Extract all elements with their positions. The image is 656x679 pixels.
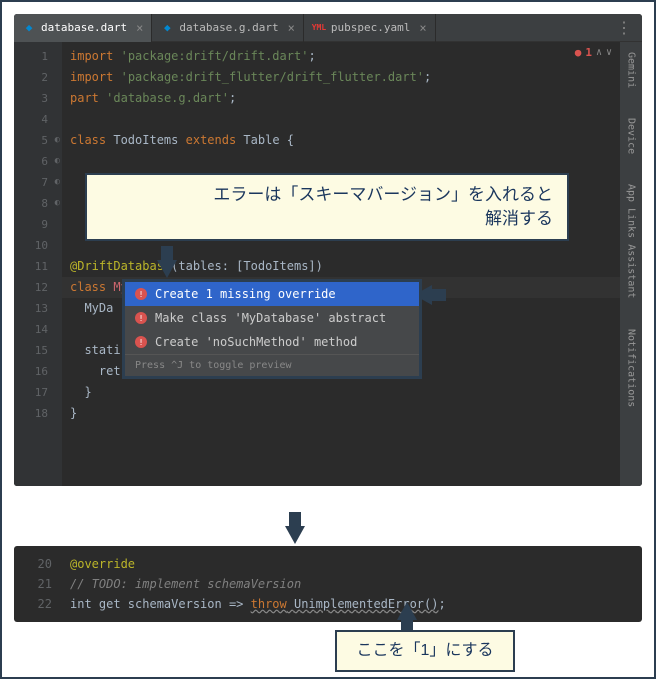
line-number: 2 bbox=[14, 67, 62, 88]
tab-overflow-menu[interactable]: ⋮ bbox=[606, 18, 642, 37]
error-icon: ● bbox=[575, 46, 582, 59]
code-line: part 'database.g.dart'; bbox=[62, 88, 642, 109]
line-number: 6◐ bbox=[14, 151, 62, 172]
callout-text: エラーは「スキーマバージョン」を入れると bbox=[101, 183, 553, 207]
tab-pubspec-yaml[interactable]: YML pubspec.yaml × bbox=[304, 14, 436, 42]
quickfix-label: Make class 'MyDatabase' abstract bbox=[155, 311, 386, 325]
close-icon[interactable]: × bbox=[136, 21, 143, 35]
arrow-up-icon bbox=[397, 602, 417, 620]
arrow-down-icon bbox=[285, 526, 305, 544]
line-number: 17 bbox=[14, 382, 62, 403]
close-icon[interactable]: × bbox=[419, 21, 426, 35]
line-number: 20 bbox=[14, 554, 62, 574]
code-line bbox=[62, 109, 642, 130]
quickfix-make-abstract[interactable]: ! Make class 'MyDatabase' abstract bbox=[125, 306, 419, 330]
line-number: 4 bbox=[14, 109, 62, 130]
code-line: @DriftDatabase(tables: [TodoItems]) bbox=[62, 256, 642, 277]
code-line: } bbox=[62, 382, 642, 403]
line-gutter: 1 2 3 4 5◐ 6◐ 7◐ 8◐ 9 10 11 12 13 14 15 … bbox=[14, 42, 62, 486]
code-line: 20 @override bbox=[14, 554, 642, 574]
line-number: 21 bbox=[14, 574, 62, 594]
close-icon[interactable]: × bbox=[288, 21, 295, 35]
code-line bbox=[62, 151, 642, 172]
callout-text: 解消する bbox=[101, 207, 553, 231]
line-number: 7◐ bbox=[14, 172, 62, 193]
line-number: 3 bbox=[14, 88, 62, 109]
code-line: class TodoItems extends Table { bbox=[62, 130, 642, 151]
line-number: 10 bbox=[14, 235, 62, 256]
error-nav-up-icon[interactable]: ∧ bbox=[596, 47, 602, 58]
annotation-callout-2: ここを「1」にする bbox=[335, 630, 515, 672]
lightbulb-icon: ! bbox=[135, 312, 147, 324]
sidebar-notifications[interactable]: Notifications bbox=[626, 329, 637, 407]
line-number: 18 bbox=[14, 403, 62, 424]
error-nav-down-icon[interactable]: ∨ bbox=[606, 47, 612, 58]
annotation-callout-1: エラーは「スキーマバージョン」を入れると 解消する bbox=[85, 173, 569, 241]
sidebar-app-links[interactable]: App Links Assistant bbox=[626, 184, 637, 298]
dart-file-icon: ◆ bbox=[22, 21, 36, 35]
line-number: 13 bbox=[14, 298, 62, 319]
result-code-panel: 20 @override 21 // TODO: implement schem… bbox=[14, 546, 642, 622]
code-content[interactable]: import 'package:drift/drift.dart'; impor… bbox=[62, 42, 642, 486]
line-number: 22 bbox=[14, 594, 62, 614]
code-line: 22 int get schemaVersion => throw Unimpl… bbox=[14, 594, 642, 614]
line-number: 15 bbox=[14, 340, 62, 361]
line-number: 11 bbox=[14, 256, 62, 277]
error-indicator[interactable]: ● 1 ∧ ∨ bbox=[575, 46, 612, 59]
quickfix-label: Create 'noSuchMethod' method bbox=[155, 335, 357, 349]
line-number: 8◐ bbox=[14, 193, 62, 214]
lightbulb-icon: ! bbox=[135, 336, 147, 348]
line-number: 1 bbox=[14, 46, 62, 67]
code-line: 21 // TODO: implement schemaVersion bbox=[14, 574, 642, 594]
code-line: import 'package:drift/drift.dart'; bbox=[62, 46, 642, 67]
tab-label: database.g.dart bbox=[179, 21, 278, 34]
callout-text: ここを「1」にする bbox=[356, 642, 493, 659]
arrow-down-icon bbox=[157, 260, 177, 278]
quickfix-footer: Press ^J to toggle preview bbox=[125, 354, 419, 376]
error-count: 1 bbox=[585, 46, 592, 59]
quickfix-popup: ! Create 1 missing override ! Make class… bbox=[122, 279, 422, 379]
tab-bar: ◆ database.dart × ◆ database.g.dart × YM… bbox=[14, 14, 642, 42]
quickfix-label: Create 1 missing override bbox=[155, 287, 336, 301]
tab-label: database.dart bbox=[41, 21, 127, 34]
sidebar-device[interactable]: Device bbox=[626, 118, 637, 154]
line-number: 14 bbox=[14, 319, 62, 340]
code-line: } bbox=[62, 403, 642, 424]
lightbulb-icon: ! bbox=[135, 288, 147, 300]
code-line: import 'package:drift_flutter/drift_flut… bbox=[62, 67, 642, 88]
line-number: 5◐ bbox=[14, 130, 62, 151]
quickfix-create-override[interactable]: ! Create 1 missing override bbox=[125, 282, 419, 306]
dart-file-icon: ◆ bbox=[160, 21, 174, 35]
line-number: 16 bbox=[14, 361, 62, 382]
tab-database-g-dart[interactable]: ◆ database.g.dart × bbox=[152, 14, 304, 42]
yaml-file-icon: YML bbox=[312, 21, 326, 35]
right-tool-sidebar: Gemini Device App Links Assistant Notifi… bbox=[620, 42, 642, 486]
code-area[interactable]: 1 2 3 4 5◐ 6◐ 7◐ 8◐ 9 10 11 12 13 14 15 … bbox=[14, 42, 642, 486]
quickfix-nosuchmethod[interactable]: ! Create 'noSuchMethod' method bbox=[125, 330, 419, 354]
sidebar-gemini[interactable]: Gemini bbox=[626, 52, 637, 88]
tab-database-dart[interactable]: ◆ database.dart × bbox=[14, 14, 152, 42]
tab-label: pubspec.yaml bbox=[331, 21, 410, 34]
line-number: 12 bbox=[14, 277, 62, 298]
line-number: 9 bbox=[14, 214, 62, 235]
code-editor-panel: ◆ database.dart × ◆ database.g.dart × YM… bbox=[14, 14, 642, 486]
